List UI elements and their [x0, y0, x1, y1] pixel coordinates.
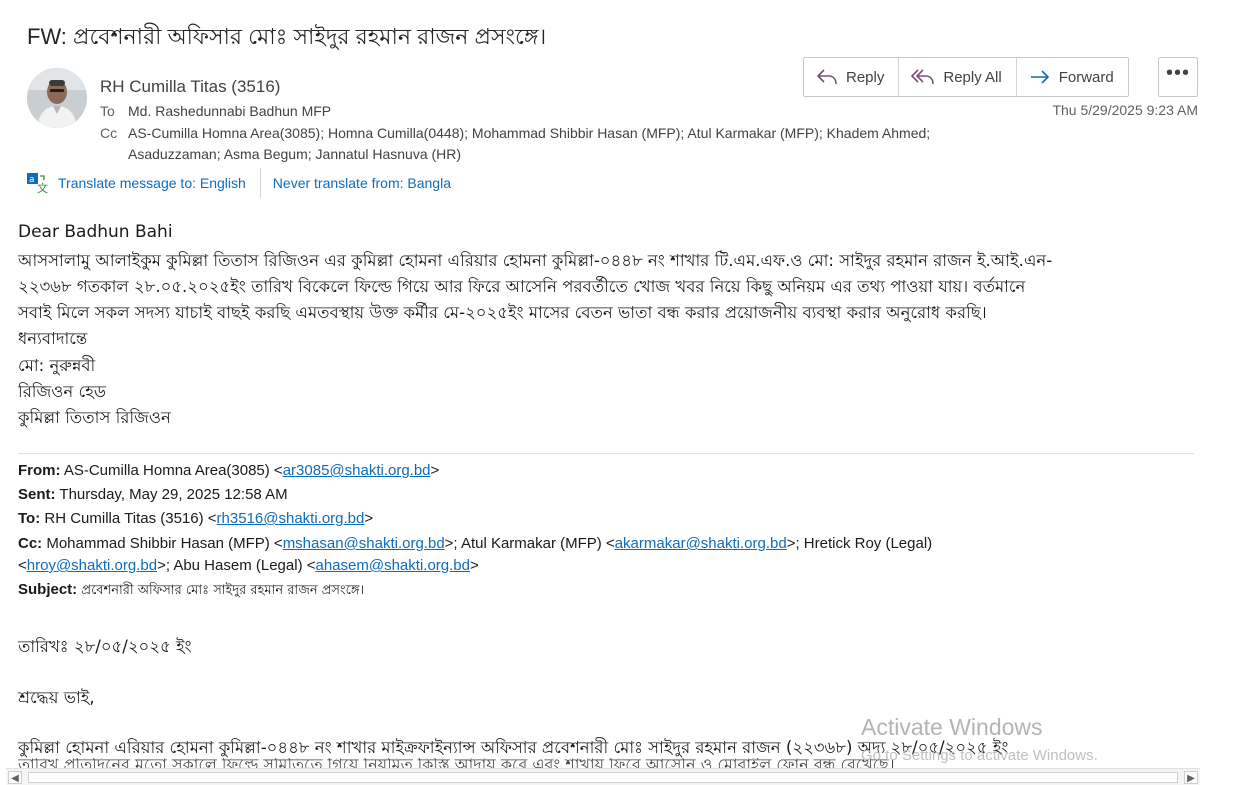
- forward-button[interactable]: Forward: [1017, 58, 1128, 96]
- message-date: Thu 5/29/2025 9:23 AM: [1052, 102, 1198, 118]
- forwarded-date-line: তারিখঃ ২৮/০৫/২০২৫ ইং: [18, 637, 192, 656]
- more-actions-button[interactable]: •••: [1158, 57, 1198, 97]
- sender-name[interactable]: RH Cumilla Titas (3516): [100, 77, 280, 97]
- forward-label: Forward: [1058, 68, 1114, 86]
- forwarded-cc-name-1: Mohammad Shibbir Hasan (MFP) <: [46, 535, 283, 552]
- forwarded-cc-name-2: >; Atul Karmakar (MFP) <: [444, 535, 615, 552]
- forwarded-cc-label: Cc:: [18, 535, 43, 552]
- body-thanks: ধন্যবাদান্তে: [18, 329, 88, 348]
- forwarded-cc-name-4: >; Abu Hasem (Legal) <: [157, 557, 316, 574]
- reply-button[interactable]: Reply: [804, 58, 900, 96]
- to-label: To: [100, 103, 115, 119]
- activate-windows-title: Activate Windows: [861, 714, 1043, 740]
- scroll-left-arrow-icon[interactable]: ◀: [8, 771, 22, 784]
- never-translate-link[interactable]: Never translate from: Bangla: [273, 175, 451, 191]
- forwarded-from-name: AS-Cumilla Homna Area(3085) <: [63, 462, 283, 479]
- forwarded-subject-label: Subject:: [18, 581, 78, 598]
- translate-icon: a 文: [27, 173, 48, 194]
- scroll-right-arrow-icon[interactable]: ▶: [1184, 771, 1198, 784]
- forwarded-to-email-link[interactable]: rh3516@shakti.org.bd: [217, 510, 365, 527]
- reply-icon: [816, 69, 837, 85]
- avatar-photo-icon: [27, 68, 87, 128]
- body-line-3: সবাই মিলে সকল সদস্য যাচাই বাছই করছি এমতব…: [18, 303, 987, 322]
- translate-message-link[interactable]: Translate message to: English: [58, 175, 246, 191]
- message-subject: FW: প্রবেশনারী অফিসার মোঃ সাইদুর রহমান র…: [27, 24, 547, 49]
- reply-all-button[interactable]: Reply All: [899, 58, 1017, 96]
- forwarded-subject-row: Subject: প্রবেশনারী অফিসার মোঃ সাইদুর রহ…: [18, 581, 364, 602]
- forwarded-cc-email-link-3[interactable]: hroy@shakti.org.bd: [27, 557, 157, 574]
- forwarded-cc-close: >: [469, 557, 479, 574]
- forwarded-cc-row: Cc: Mohammad Shibbir Hasan (MFP) <mshasa…: [18, 535, 932, 552]
- forwarded-sent-value: Thursday, May 29, 2025 12:58 AM: [59, 486, 288, 503]
- forward-divider: [18, 453, 1194, 454]
- activate-windows-subtitle: Go to Settings to activate Windows.: [861, 747, 1098, 764]
- forwarded-to-label: To:: [18, 510, 41, 527]
- forwarded-cc-email-link-1[interactable]: mshasan@shakti.org.bd: [283, 535, 445, 552]
- body-greeting: Dear Badhun Bahi: [18, 222, 173, 242]
- forwarded-cc-row-2: <hroy@shakti.org.bd>; Abu Hasem (Legal) …: [18, 557, 479, 574]
- forwarded-to-close: >: [364, 510, 374, 527]
- forwarded-cc-email-link-4[interactable]: ahasem@shakti.org.bd: [316, 557, 470, 574]
- cc-recipients-line2[interactable]: Asaduzzaman; Asma Begum; Jannatul Hasnuv…: [128, 146, 461, 162]
- forwarded-sent-row: Sent: Thursday, May 29, 2025 12:58 AM: [18, 486, 288, 503]
- forwarded-from-label: From:: [18, 462, 61, 479]
- scrollbar-thumb[interactable]: [28, 772, 1178, 783]
- horizontal-scrollbar[interactable]: ◀ ▶: [6, 768, 1200, 785]
- forwarded-to-row: To: RH Cumilla Titas (3516) <rh3516@shak…: [18, 510, 373, 527]
- cc-label: Cc: [100, 125, 118, 141]
- signature-title: রিজিওন হেড: [18, 382, 107, 401]
- forwarded-from-email-link[interactable]: ar3085@shakti.org.bd: [283, 462, 431, 479]
- forwarded-subject-value: প্রবেশনারী অফিসার মোঃ সাইদুর রহমান রাজন …: [81, 583, 365, 598]
- forwarded-cc-open: <: [18, 557, 27, 574]
- forwarded-cc-name-3: >; Hretick Roy (Legal): [786, 535, 933, 552]
- translate-bar: a 文 Translate message to: English Never …: [26, 168, 451, 198]
- body-line-2: ২২৩৬৮ গতকাল ২৮.০৫.২০২৫ইং তারিখ বিকেলে ফি…: [18, 277, 1026, 296]
- more-icon: •••: [1165, 62, 1190, 84]
- forwarded-to-name: RH Cumilla Titas (3516) <: [44, 510, 217, 527]
- signature-region: কুমিল্লা তিতাস রিজিওন: [18, 408, 171, 427]
- forwarded-from-close: >: [430, 462, 440, 479]
- translate-separator: [259, 168, 261, 198]
- svg-text:文: 文: [37, 181, 48, 194]
- sender-avatar[interactable]: [27, 68, 87, 128]
- forwarded-salutation: শ্রদ্ধেয় ভাই,: [18, 688, 95, 707]
- signature-name: মো: নুরুন্নবী: [18, 356, 96, 375]
- cc-recipients-line1[interactable]: AS-Cumilla Homna Area(3085); Homna Cumil…: [128, 125, 930, 141]
- forwarded-sent-label: Sent:: [18, 486, 56, 503]
- reply-label: Reply: [846, 68, 885, 86]
- reply-all-label: Reply All: [943, 68, 1002, 86]
- to-recipients[interactable]: Md. Rashedunnabi Badhun MFP: [128, 103, 331, 119]
- forward-icon: [1030, 70, 1049, 84]
- reply-all-icon: [911, 69, 935, 85]
- body-line-1: আসসালামু আলাইকুম কুমিল্লা তিতাস রিজিওন এ…: [18, 251, 1053, 270]
- message-actions-toolbar: Reply Reply All Forward: [803, 57, 1129, 97]
- forwarded-cc-email-link-2[interactable]: akarmakar@shakti.org.bd: [615, 535, 787, 552]
- forwarded-from-row: From: AS-Cumilla Homna Area(3085) <ar308…: [18, 462, 439, 479]
- svg-text:a: a: [29, 175, 35, 185]
